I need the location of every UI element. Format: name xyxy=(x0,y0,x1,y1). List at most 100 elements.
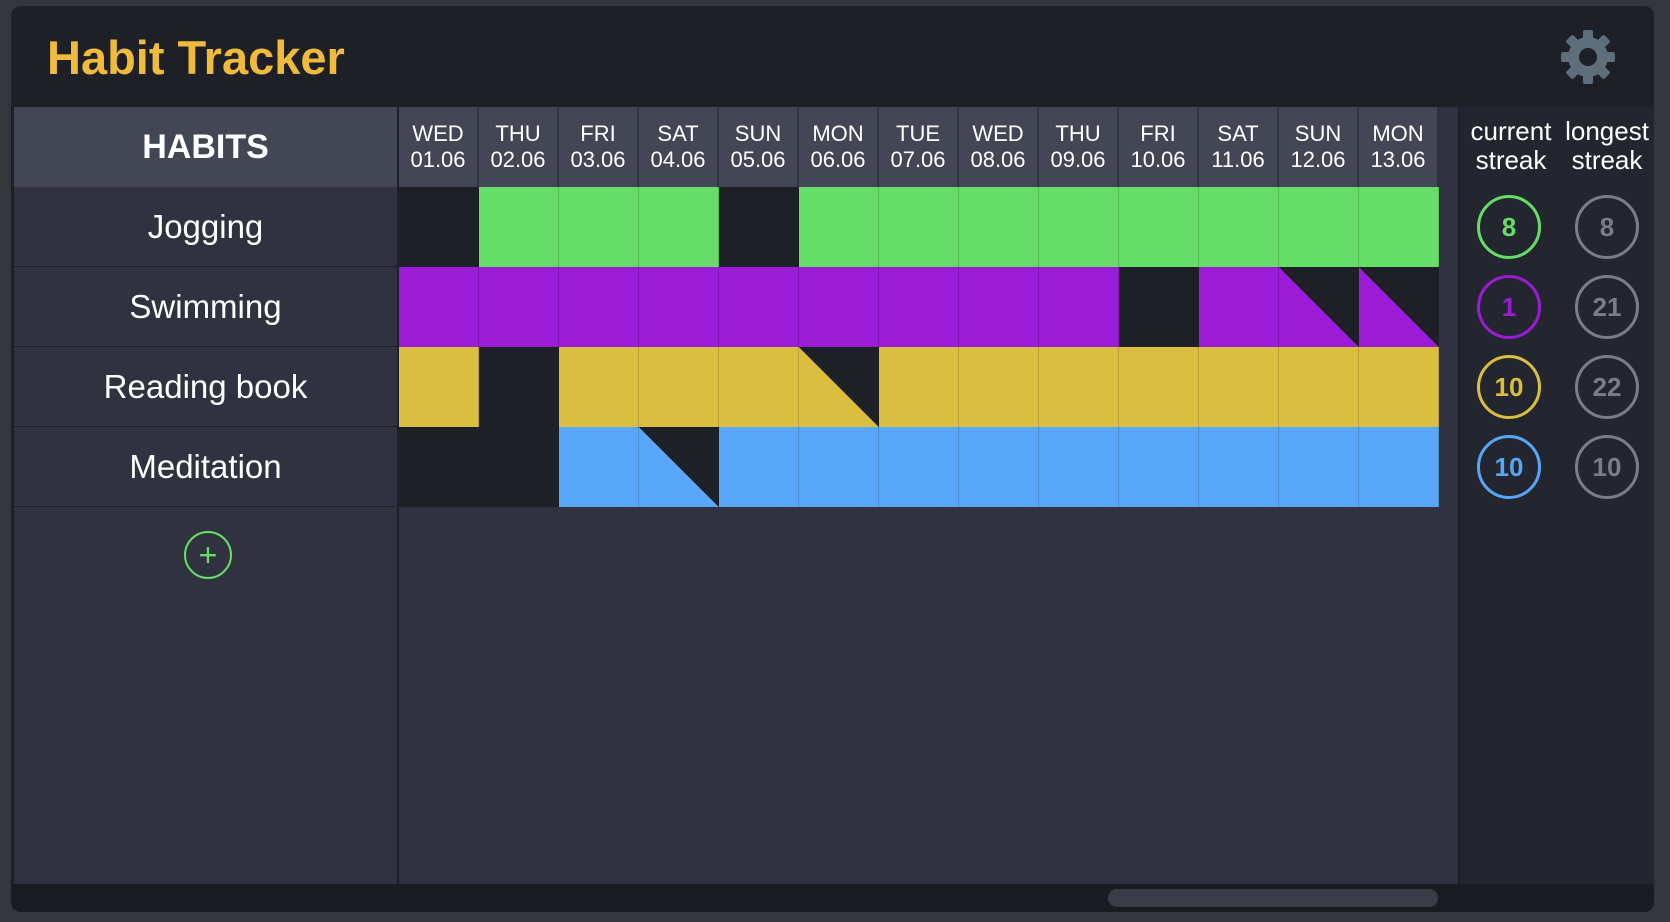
habit-cell-done[interactable] xyxy=(1359,347,1439,427)
current-streak-badge: 1 xyxy=(1477,275,1541,339)
day-date: 11.06 xyxy=(1211,147,1265,172)
current-streak-header: current streak xyxy=(1470,116,1552,175)
day-date: 04.06 xyxy=(650,147,706,172)
habit-cell-done[interactable] xyxy=(1279,427,1359,507)
habit-cell-done[interactable] xyxy=(879,347,959,427)
day-of-week: THU xyxy=(1055,121,1101,146)
habit-cell-done[interactable] xyxy=(879,427,959,507)
habit-cell-done[interactable] xyxy=(1359,427,1439,507)
habit-cell-done[interactable] xyxy=(719,427,799,507)
habits-column-header: HABITS xyxy=(14,107,397,187)
habit-cell-partial[interactable] xyxy=(1359,267,1439,347)
habit-cell-done[interactable] xyxy=(1279,187,1359,267)
day-date: 03.06 xyxy=(570,147,626,172)
habit-cell-empty[interactable] xyxy=(719,187,799,267)
habit-cell-done[interactable] xyxy=(479,267,559,347)
day-of-week: WED xyxy=(972,121,1024,146)
day-date: 13.06 xyxy=(1370,147,1426,172)
day-date: 09.06 xyxy=(1050,147,1106,172)
habit-cell-done[interactable] xyxy=(639,347,719,427)
day-of-week: FRI xyxy=(580,121,616,146)
habit-cell-done[interactable] xyxy=(479,187,559,267)
current-streak-badge: 10 xyxy=(1477,355,1541,419)
day-of-week: MON xyxy=(812,121,864,146)
day-header: WED 08.06 xyxy=(959,107,1039,187)
habit-cell-done[interactable] xyxy=(959,347,1039,427)
day-header: FRI 10.06 xyxy=(1119,107,1199,187)
habit-cell-done[interactable] xyxy=(799,427,879,507)
day-of-week: SUN xyxy=(734,121,782,146)
habit-grid: WED 01.06 THU 02.06 FRI 03.06 SAT 04.06 SUN 05.06… xyxy=(399,107,1458,884)
app-header: Habit Tracker xyxy=(11,6,1654,106)
habit-cell-done[interactable] xyxy=(1039,347,1119,427)
plus-icon: + xyxy=(198,537,218,573)
habit-cell-done[interactable] xyxy=(719,347,799,427)
habit-cell-done[interactable] xyxy=(1199,187,1279,267)
habit-cell-done[interactable] xyxy=(959,267,1039,347)
habit-name-jogging[interactable]: Jogging xyxy=(14,187,397,267)
habit-cell-done[interactable] xyxy=(1039,427,1119,507)
day-header: MON 13.06 xyxy=(1359,107,1439,187)
habit-cell-done[interactable] xyxy=(719,267,799,347)
day-header: SUN 12.06 xyxy=(1279,107,1359,187)
habit-cell-done[interactable] xyxy=(799,267,879,347)
day-of-week: FRI xyxy=(1140,121,1176,146)
habit-cell-done[interactable] xyxy=(959,187,1039,267)
habit-cell-empty[interactable] xyxy=(399,187,479,267)
add-habit-button[interactable]: + xyxy=(184,531,232,579)
longest-streak-header: longest streak xyxy=(1565,116,1649,175)
habit-cell-partial[interactable] xyxy=(799,347,879,427)
habit-list: Jogging Swimming Reading book Meditation… xyxy=(14,187,397,884)
habit-cell-done[interactable] xyxy=(559,427,639,507)
habit-cell-empty[interactable] xyxy=(479,427,559,507)
habit-cell-done[interactable] xyxy=(399,267,479,347)
habit-cell-done[interactable] xyxy=(879,267,959,347)
longest-streak-badge: 21 xyxy=(1575,275,1639,339)
habit-cell-done[interactable] xyxy=(1279,347,1359,427)
habit-cell-done[interactable] xyxy=(639,267,719,347)
day-header: FRI 03.06 xyxy=(559,107,639,187)
day-header: TUE 07.06 xyxy=(879,107,959,187)
habit-cell-done[interactable] xyxy=(879,187,959,267)
day-date: 10.06 xyxy=(1130,147,1186,172)
habit-cell-done[interactable] xyxy=(1039,267,1119,347)
habit-cell-done[interactable] xyxy=(799,187,879,267)
habit-cell-partial[interactable] xyxy=(639,427,719,507)
habit-cell-empty[interactable] xyxy=(1119,267,1199,347)
day-date: 01.06 xyxy=(410,147,466,172)
day-of-week: TUE xyxy=(896,121,940,146)
habit-cell-done[interactable] xyxy=(1039,187,1119,267)
day-header: WED 01.06 xyxy=(399,107,479,187)
habit-cell-done[interactable] xyxy=(1119,347,1199,427)
habit-cell-done[interactable] xyxy=(559,347,639,427)
gear-icon[interactable] xyxy=(1559,28,1617,86)
longest-streak-badge: 10 xyxy=(1575,435,1639,499)
habit-cell-done[interactable] xyxy=(1119,187,1199,267)
horizontal-scrollbar[interactable] xyxy=(11,884,1654,912)
longest-streak-badge: 8 xyxy=(1575,195,1639,259)
day-header: SAT 11.06 xyxy=(1199,107,1279,187)
habit-cell-partial[interactable] xyxy=(1279,267,1359,347)
day-of-week: MON xyxy=(1372,121,1424,146)
current-streak-badge: 8 xyxy=(1477,195,1541,259)
habit-cell-done[interactable] xyxy=(1359,187,1439,267)
habit-cell-done[interactable] xyxy=(959,427,1039,507)
day-date: 06.06 xyxy=(810,147,866,172)
habit-cell-done[interactable] xyxy=(559,187,639,267)
habit-cell-done[interactable] xyxy=(639,187,719,267)
habit-tracker-window: Habit Tracker HABITS Jogging Swimming Re… xyxy=(11,6,1654,912)
habit-cell-empty[interactable] xyxy=(399,427,479,507)
habit-cell-done[interactable] xyxy=(1119,427,1199,507)
habit-cell-done[interactable] xyxy=(399,347,479,427)
day-header: THU 02.06 xyxy=(479,107,559,187)
habit-cell-done[interactable] xyxy=(1199,347,1279,427)
habit-cell-done[interactable] xyxy=(1199,427,1279,507)
habit-name-meditation[interactable]: Meditation xyxy=(14,427,397,507)
habit-name-swimming[interactable]: Swimming xyxy=(14,267,397,347)
habit-cell-done[interactable] xyxy=(559,267,639,347)
day-of-week: THU xyxy=(495,121,541,146)
habit-name-reading-book[interactable]: Reading book xyxy=(14,347,397,427)
habit-cell-done[interactable] xyxy=(1199,267,1279,347)
scrollbar-thumb[interactable] xyxy=(1108,889,1438,907)
habit-cell-empty[interactable] xyxy=(479,347,559,427)
